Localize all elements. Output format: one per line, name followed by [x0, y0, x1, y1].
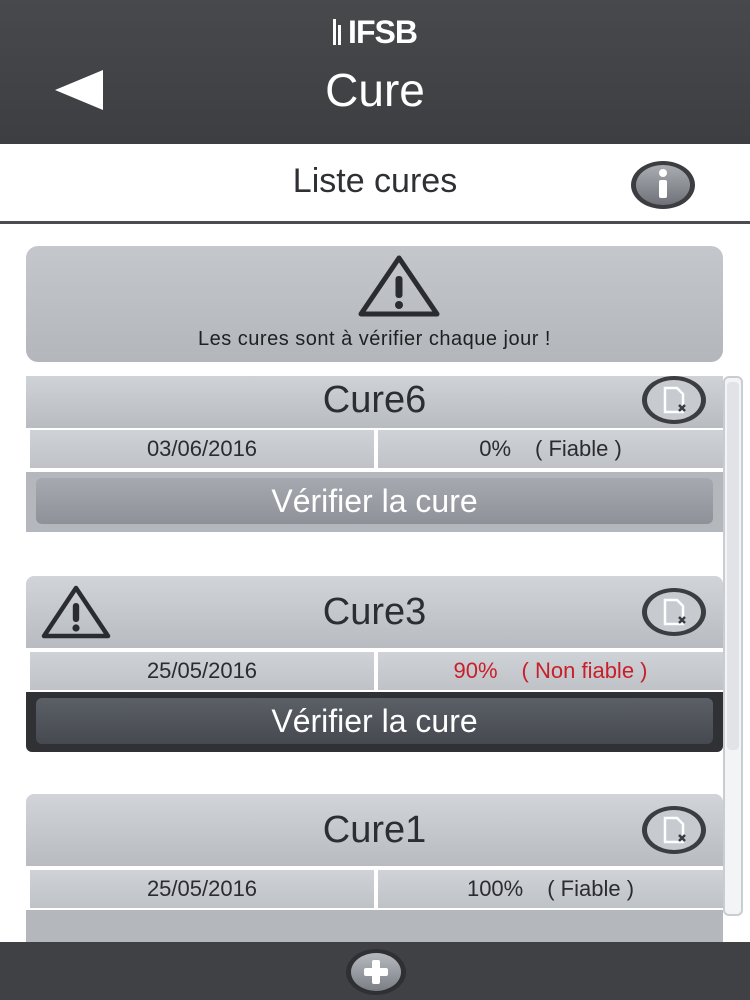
cure-info-row: 25/05/2016 100% ( Fiable ): [26, 870, 723, 910]
cure-list[interactable]: Cure6 03/06/2016 0% ( Fiable ) Vérifier l…: [0, 376, 750, 942]
cure-card: Cure3 25/05/2016 90% ( Non fiable ) Vérif…: [26, 576, 723, 754]
cure-date: 25/05/2016: [30, 870, 374, 908]
cure-name: Cure3: [322, 591, 427, 633]
cure-percent: 90%: [453, 658, 498, 683]
warning-banner: Les cures sont à vérifier chaque jour !: [26, 246, 723, 362]
app-header: IFSB Cure: [0, 0, 750, 144]
delete-document-icon: [642, 806, 706, 854]
add-cure-button[interactable]: [345, 948, 407, 996]
delete-cure-button[interactable]: [641, 805, 707, 855]
cure-status: 100% ( Fiable ): [378, 870, 723, 908]
cure-reliability: ( Non fiable ): [521, 658, 648, 683]
banner-message: Les cures sont à vérifier chaque jour !: [197, 328, 551, 350]
verify-cure-button[interactable]: Vérifier la cure: [36, 478, 713, 524]
footer-bar: [0, 942, 750, 1000]
verify-wrap: Vérifier la cure: [26, 692, 723, 752]
cure-info-row: 25/05/2016 90% ( Non fiable ): [26, 652, 723, 692]
cure-percent: 100%: [466, 876, 524, 901]
logo: IFSB: [0, 12, 750, 52]
cure-reliability: ( Fiable ): [535, 436, 622, 461]
cure-card-header: Cure3: [26, 576, 723, 648]
delete-document-icon: [642, 376, 706, 424]
cure-card: Cure6 03/06/2016 0% ( Fiable ) Vérifier l…: [26, 376, 723, 536]
cure-status: 90% ( Non fiable ): [378, 652, 723, 690]
page-title: Cure: [325, 64, 425, 116]
cure-percent: 0%: [479, 436, 511, 461]
cure-date: 03/06/2016: [30, 430, 374, 468]
verify-wrap: Vérifier la cure: [26, 472, 723, 532]
cure-name: Cure6: [322, 379, 427, 421]
scrollbar-thumb[interactable]: [727, 382, 739, 750]
info-icon: [631, 161, 695, 209]
warning-triangle-icon: [358, 255, 440, 317]
list-header: Liste cures: [0, 144, 750, 224]
delete-cure-button[interactable]: [641, 376, 707, 425]
delete-document-icon: [642, 588, 706, 636]
verify-wrap: [26, 910, 723, 942]
cure-card: Cure1 25/05/2016 100% ( Fiable ): [26, 794, 723, 942]
logo-text: IFSB: [348, 13, 418, 50]
logo-mark-icon: [333, 19, 345, 45]
cure-status: 0% ( Fiable ): [378, 430, 723, 468]
cure-info-row: 03/06/2016 0% ( Fiable ): [26, 430, 723, 470]
cure-card-header: Cure1: [26, 794, 723, 866]
scrollbar[interactable]: [723, 376, 743, 916]
cure-reliability: ( Fiable ): [547, 876, 635, 901]
delete-cure-button[interactable]: [641, 587, 707, 637]
cure-card-header: Cure6: [26, 376, 723, 428]
verify-cure-button[interactable]: Vérifier la cure: [36, 698, 713, 744]
add-plus-icon: [346, 949, 406, 995]
cure-date: 25/05/2016: [30, 652, 374, 690]
cure-name: Cure1: [322, 809, 427, 851]
info-button[interactable]: [630, 160, 696, 210]
